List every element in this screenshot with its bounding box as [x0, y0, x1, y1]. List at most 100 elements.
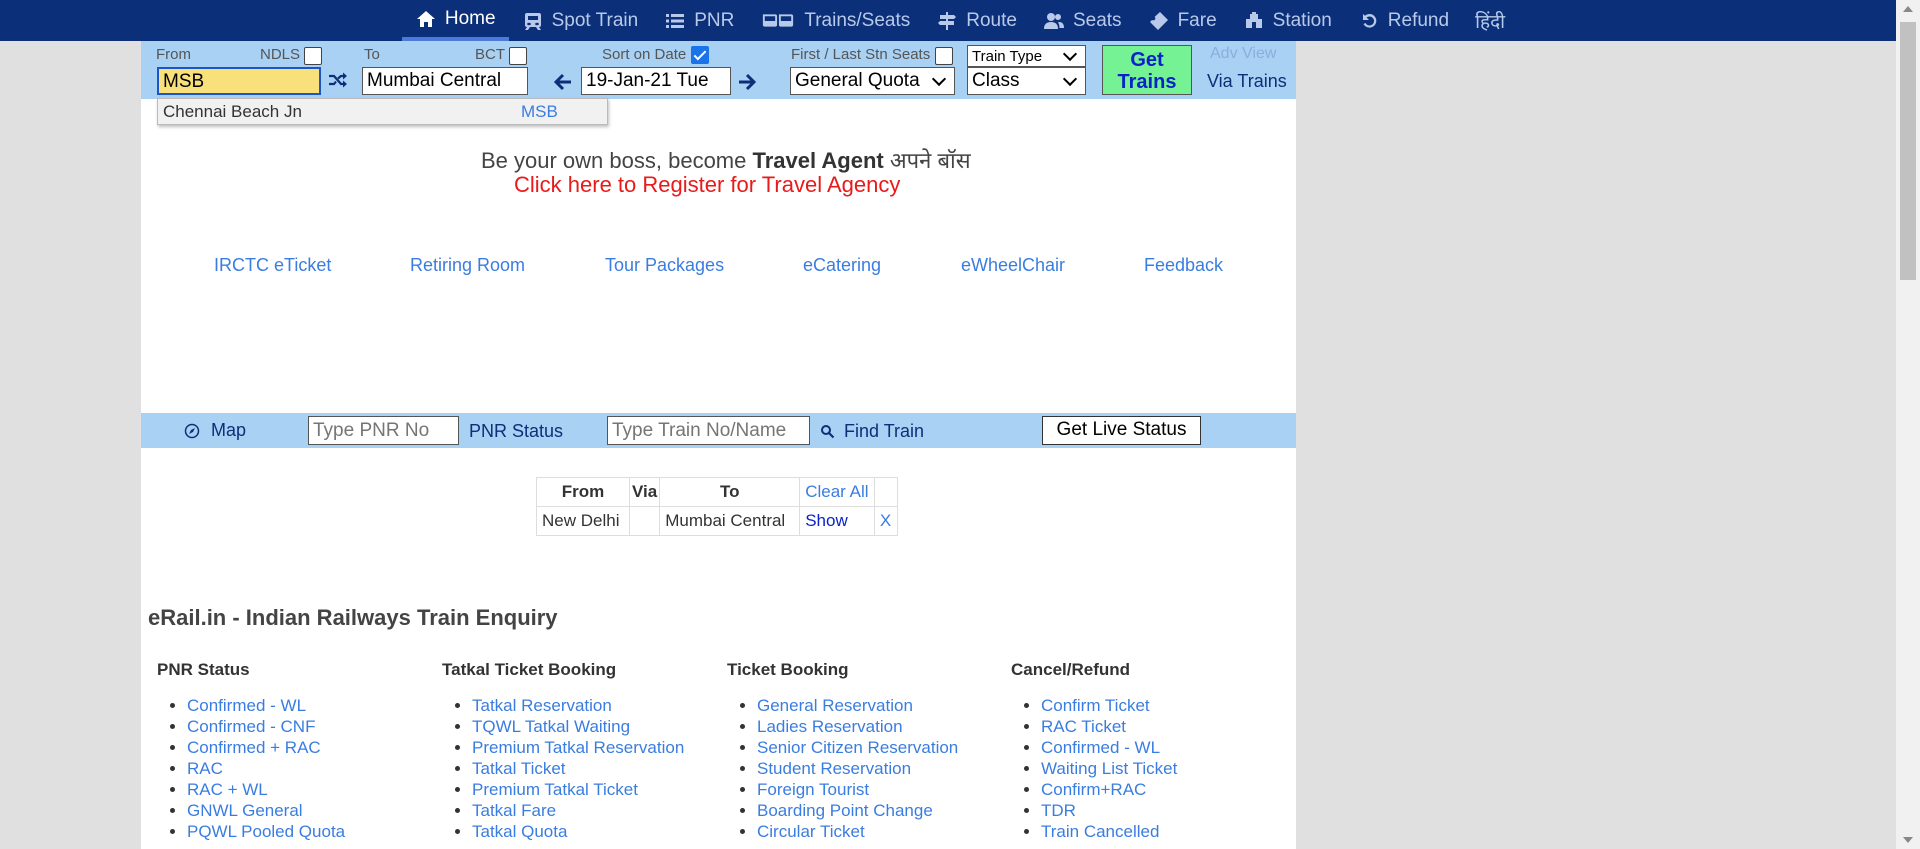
list-item[interactable]: Tatkal Quota: [472, 822, 567, 841]
list-item[interactable]: Tatkal Reservation: [472, 696, 612, 715]
promo-post: अपने बॉस: [883, 148, 971, 173]
link-ewheelchair[interactable]: eWheelChair: [961, 255, 1065, 276]
list-item[interactable]: Student Reservation: [757, 759, 911, 778]
nav-pnr[interactable]: PNR: [651, 0, 747, 41]
nav-fare-label: Fare: [1177, 9, 1217, 31]
prev-date-icon[interactable]: [552, 71, 574, 93]
clear-all-link[interactable]: Clear All: [799, 477, 875, 507]
station-suggestion[interactable]: Chennai Beach Jn MSB: [157, 98, 608, 125]
nav-seats[interactable]: Seats: [1030, 0, 1135, 41]
info-column-pnr: PNR Status Confirmed - WL Confirmed - CN…: [157, 660, 345, 842]
nav-hindi[interactable]: हिंदी: [1462, 0, 1518, 41]
list-item[interactable]: PQWL Pooled Quota: [187, 822, 345, 841]
get-trains-button[interactable]: Get Trains: [1102, 45, 1192, 95]
nav-refund-label: Refund: [1387, 9, 1450, 31]
users-icon: [1043, 10, 1065, 32]
swap-icon[interactable]: [327, 69, 349, 91]
via-trains-link[interactable]: Via Trains: [1207, 71, 1287, 92]
chevron-down-icon: [1062, 46, 1078, 61]
train-type-select[interactable]: Train Type: [967, 45, 1086, 67]
pnr-status-button[interactable]: PNR Status: [469, 421, 563, 442]
show-link[interactable]: Show: [799, 506, 875, 536]
sort-date-checkbox[interactable]: [691, 46, 709, 64]
column-title: Ticket Booking: [727, 660, 849, 679]
nav-trains-seats-label: Trains/Seats: [804, 9, 911, 31]
page-scrollbar[interactable]: [1896, 0, 1920, 849]
to-hint: BCT: [475, 46, 505, 63]
remove-link[interactable]: X: [873, 506, 898, 536]
register-travel-agency-link[interactable]: Click here to Register for Travel Agency: [514, 172, 900, 198]
col-to: To: [659, 477, 801, 507]
list-item[interactable]: GNWL General: [187, 801, 303, 820]
next-date-icon[interactable]: [736, 71, 758, 93]
class-select[interactable]: Class: [967, 67, 1086, 95]
scroll-up-icon[interactable]: [1903, 6, 1913, 12]
list-item[interactable]: Boarding Point Change: [757, 801, 933, 820]
list-item[interactable]: Premium Tatkal Ticket: [472, 780, 638, 799]
list-item[interactable]: Foreign Tourist: [757, 780, 869, 799]
list-item[interactable]: RAC: [187, 759, 223, 778]
chevron-down-icon: [931, 71, 947, 86]
suggestion-code: MSB: [521, 102, 558, 121]
adv-view-link[interactable]: Adv View: [1210, 45, 1276, 63]
from-input[interactable]: MSB: [157, 67, 321, 95]
list-item[interactable]: RAC Ticket: [1041, 717, 1126, 736]
list-item[interactable]: TDR: [1041, 801, 1076, 820]
list-item[interactable]: Ladies Reservation: [757, 717, 903, 736]
pnr-bar: Map PNR Status Find Train Get Live Statu…: [141, 413, 1296, 448]
from-checkbox[interactable]: [304, 47, 322, 65]
nav-route[interactable]: Route: [923, 0, 1030, 41]
list-item[interactable]: Confirmed - CNF: [187, 717, 315, 736]
list-item[interactable]: Train Cancelled: [1041, 822, 1159, 841]
list-item[interactable]: Confirmed + RAC: [187, 738, 321, 757]
table-header-row: From Via To Clear All: [536, 477, 898, 507]
nav-seats-label: Seats: [1072, 9, 1122, 31]
find-train-button[interactable]: Find Train: [844, 421, 924, 442]
date-input[interactable]: 19-Jan-21 Tue: [581, 67, 731, 95]
scrollbar-thumb[interactable]: [1900, 22, 1916, 280]
link-retiring-room[interactable]: Retiring Room: [410, 255, 525, 276]
link-ecatering[interactable]: eCatering: [803, 255, 881, 276]
to-label: To: [364, 46, 380, 63]
list-item[interactable]: Premium Tatkal Reservation: [472, 738, 684, 757]
pnr-input[interactable]: [308, 416, 459, 445]
list-item[interactable]: Confirm+RAC: [1041, 780, 1146, 799]
list-item[interactable]: Circular Ticket: [757, 822, 865, 841]
list-item[interactable]: Waiting List Ticket: [1041, 759, 1177, 778]
list-item[interactable]: Confirmed - WL: [1041, 738, 1160, 757]
ticket-icon: [1148, 10, 1170, 32]
list-item[interactable]: TQWL Tatkal Waiting: [472, 717, 630, 736]
nav-hindi-label: हिंदी: [1475, 11, 1506, 33]
first-last-checkbox[interactable]: [935, 47, 953, 65]
column-title: Cancel/Refund: [1011, 660, 1131, 679]
link-feedback[interactable]: Feedback: [1144, 255, 1223, 276]
list-item[interactable]: Confirmed - WL: [187, 696, 306, 715]
quota-select[interactable]: General Quota: [790, 67, 955, 95]
scroll-down-icon[interactable]: [1903, 837, 1913, 843]
nav-refund[interactable]: Refund: [1345, 0, 1462, 41]
nav-home-label: Home: [444, 7, 496, 29]
row-to: Mumbai Central: [659, 506, 801, 536]
list-item[interactable]: Senior Citizen Reservation: [757, 738, 958, 757]
list-item[interactable]: General Reservation: [757, 696, 913, 715]
live-status-button[interactable]: Get Live Status: [1042, 416, 1201, 445]
nav-trains-seats[interactable]: Trains/Seats: [747, 0, 923, 41]
map-link[interactable]: Map: [211, 420, 246, 441]
nav-spot-train-label: Spot Train: [551, 9, 639, 31]
first-last-label: First / Last Stn Seats: [791, 46, 931, 63]
nav-spot-train[interactable]: Spot Train: [509, 0, 652, 41]
nav-home[interactable]: Home: [401, 0, 509, 41]
list-item[interactable]: Confirm Ticket: [1041, 696, 1150, 715]
nav-fare[interactable]: Fare: [1135, 0, 1230, 41]
link-tour-packages[interactable]: Tour Packages: [605, 255, 724, 276]
link-irctc-eticket[interactable]: IRCTC eTicket: [214, 255, 331, 276]
nav-station[interactable]: Station: [1230, 0, 1345, 41]
list-item[interactable]: RAC + WL: [187, 780, 268, 799]
to-input[interactable]: Mumbai Central: [362, 67, 528, 95]
promo-bold: Travel Agent: [752, 148, 884, 173]
list-item[interactable]: Tatkal Fare: [472, 801, 556, 820]
to-checkbox[interactable]: [509, 47, 527, 65]
suggestion-name: Chennai Beach Jn: [163, 102, 302, 121]
list-item[interactable]: Tatkal Ticket: [472, 759, 566, 778]
train-search-input[interactable]: [607, 416, 810, 445]
